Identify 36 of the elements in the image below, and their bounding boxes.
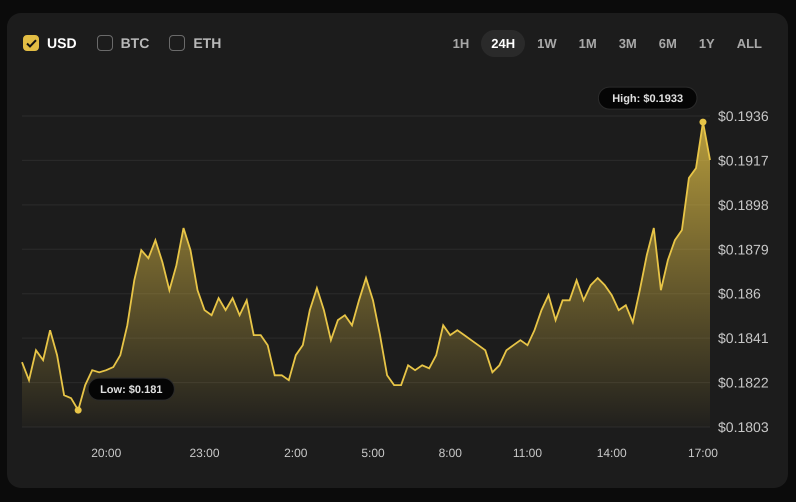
x-axis-label: 5:00 (361, 446, 385, 460)
price-callout: Low: $0.181 (88, 378, 175, 401)
x-axis-label: 8:00 (438, 446, 462, 460)
x-axis-label: 23:00 (190, 446, 220, 460)
x-axis-label: 11:00 (512, 446, 542, 460)
point-marker (699, 118, 706, 126)
y-axis-label: $0.1822 (718, 374, 769, 391)
y-axis-label: $0.186 (718, 286, 761, 302)
x-axis-label: 20:00 (91, 446, 122, 460)
y-axis-label: $0.1898 (718, 196, 769, 213)
y-axis-label: $0.1936 (718, 108, 769, 124)
y-axis-label: $0.1917 (718, 152, 769, 168)
time-range-tab[interactable]: 1W (527, 30, 567, 56)
y-axis-label: $0.1879 (718, 241, 769, 258)
checkbox[interactable] (23, 35, 39, 51)
x-axis-label: 14:00 (596, 446, 627, 460)
time-range-tab[interactable]: 1Y (688, 30, 725, 56)
time-range-tab[interactable]: 1H (442, 30, 480, 56)
x-axis-label: 17:00 (688, 446, 718, 460)
checkbox[interactable] (96, 35, 113, 51)
checkbox-label[interactable]: BTC (120, 35, 150, 51)
x-axis-label: 2:00 (284, 446, 308, 460)
point-marker (74, 406, 82, 414)
annotation: Low: $0.181 (100, 384, 162, 396)
y-axis-label: $0.1841 (718, 330, 769, 346)
y-axis-label: $0.1803 (718, 419, 769, 435)
time-range-tab[interactable]: 3M (608, 30, 647, 56)
checkbox-label[interactable]: USD (47, 35, 77, 51)
price-callout: High: $0.1933 (598, 86, 698, 110)
time-range-tab[interactable]: 1M (568, 30, 607, 56)
checkbox[interactable] (169, 35, 186, 51)
time-range-tab[interactable]: 24H (481, 30, 526, 56)
check-icon (26, 38, 36, 48)
checkbox-label[interactable]: ETH (193, 35, 222, 51)
time-range-tab[interactable]: ALL (726, 30, 772, 56)
time-range-tab[interactable]: 6M (648, 30, 687, 56)
